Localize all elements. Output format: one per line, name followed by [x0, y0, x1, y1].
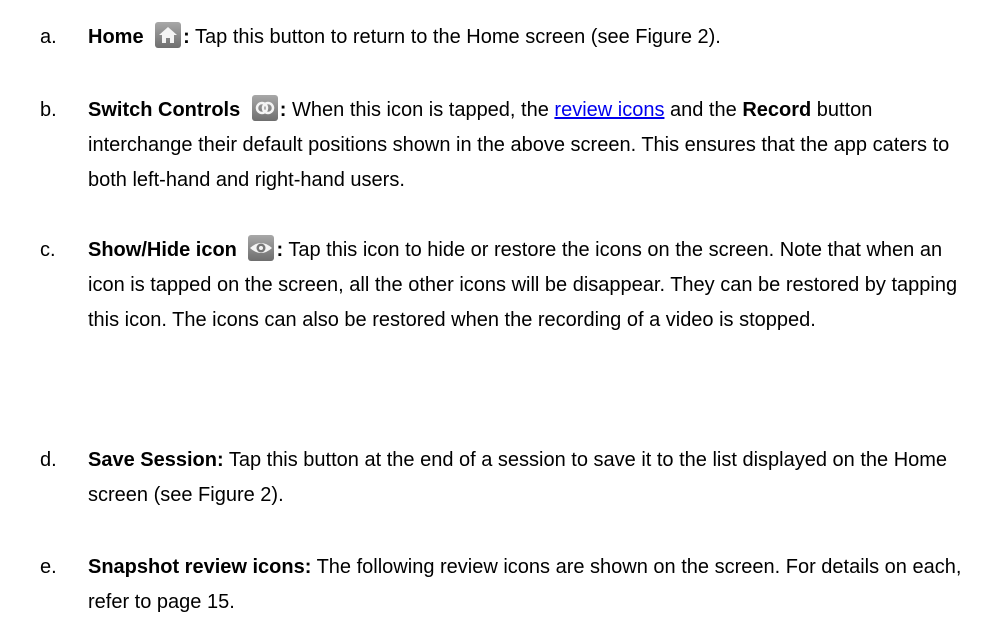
switch-controls-icon	[251, 95, 278, 121]
term-switch-controls: Switch Controls	[88, 99, 241, 121]
list-item-snapshot-review: e. Snapshot review icons: The following …	[40, 550, 980, 620]
term-show-hide: Show/Hide icon	[88, 239, 237, 261]
list-item-body: Home : Tap this button to return to the …	[88, 20, 980, 55]
list-item-switch-controls: b. Switch Controls : When this icon is t…	[40, 93, 980, 198]
list-marker: a.	[40, 26, 57, 48]
list-marker: e.	[40, 556, 57, 578]
list-item-show-hide: c. Show/Hide icon : Tap this icon to hid…	[40, 233, 980, 338]
list-item-save-session: d. Save Session: Tap this button at the …	[40, 443, 980, 513]
list-item-body: Save Session: Tap this button at the end…	[88, 443, 980, 513]
term-snapshot-review: Snapshot review icons:	[88, 556, 312, 578]
list-marker: d.	[40, 449, 57, 471]
list-item-body: Switch Controls : When this icon is tapp…	[88, 93, 980, 198]
review-icons-link[interactable]: review icons	[554, 99, 664, 121]
list-marker: b.	[40, 99, 57, 121]
list-marker: c.	[40, 239, 56, 261]
description-switch-mid: and the	[664, 99, 737, 121]
instruction-list: a. Home : Tap this button to return to t…	[0, 0, 988, 627]
home-icon	[155, 22, 182, 48]
term-colon: :	[276, 239, 284, 261]
eye-icon	[248, 235, 275, 261]
term-colon: :	[279, 99, 287, 121]
description-home: Tap this button to return to the Home sc…	[195, 26, 721, 48]
term-colon: :	[183, 26, 190, 48]
term-home: Home	[88, 26, 144, 48]
term-save-session: Save Session:	[88, 449, 224, 471]
list-item-home: a. Home : Tap this button to return to t…	[40, 20, 980, 55]
list-item-body: Show/Hide icon : Tap this icon to hide o…	[88, 233, 980, 338]
term-record: Record	[742, 99, 812, 121]
list-item-body: Snapshot review icons: The following rev…	[88, 550, 980, 620]
description-switch-before: When this icon is tapped, the	[292, 99, 555, 121]
